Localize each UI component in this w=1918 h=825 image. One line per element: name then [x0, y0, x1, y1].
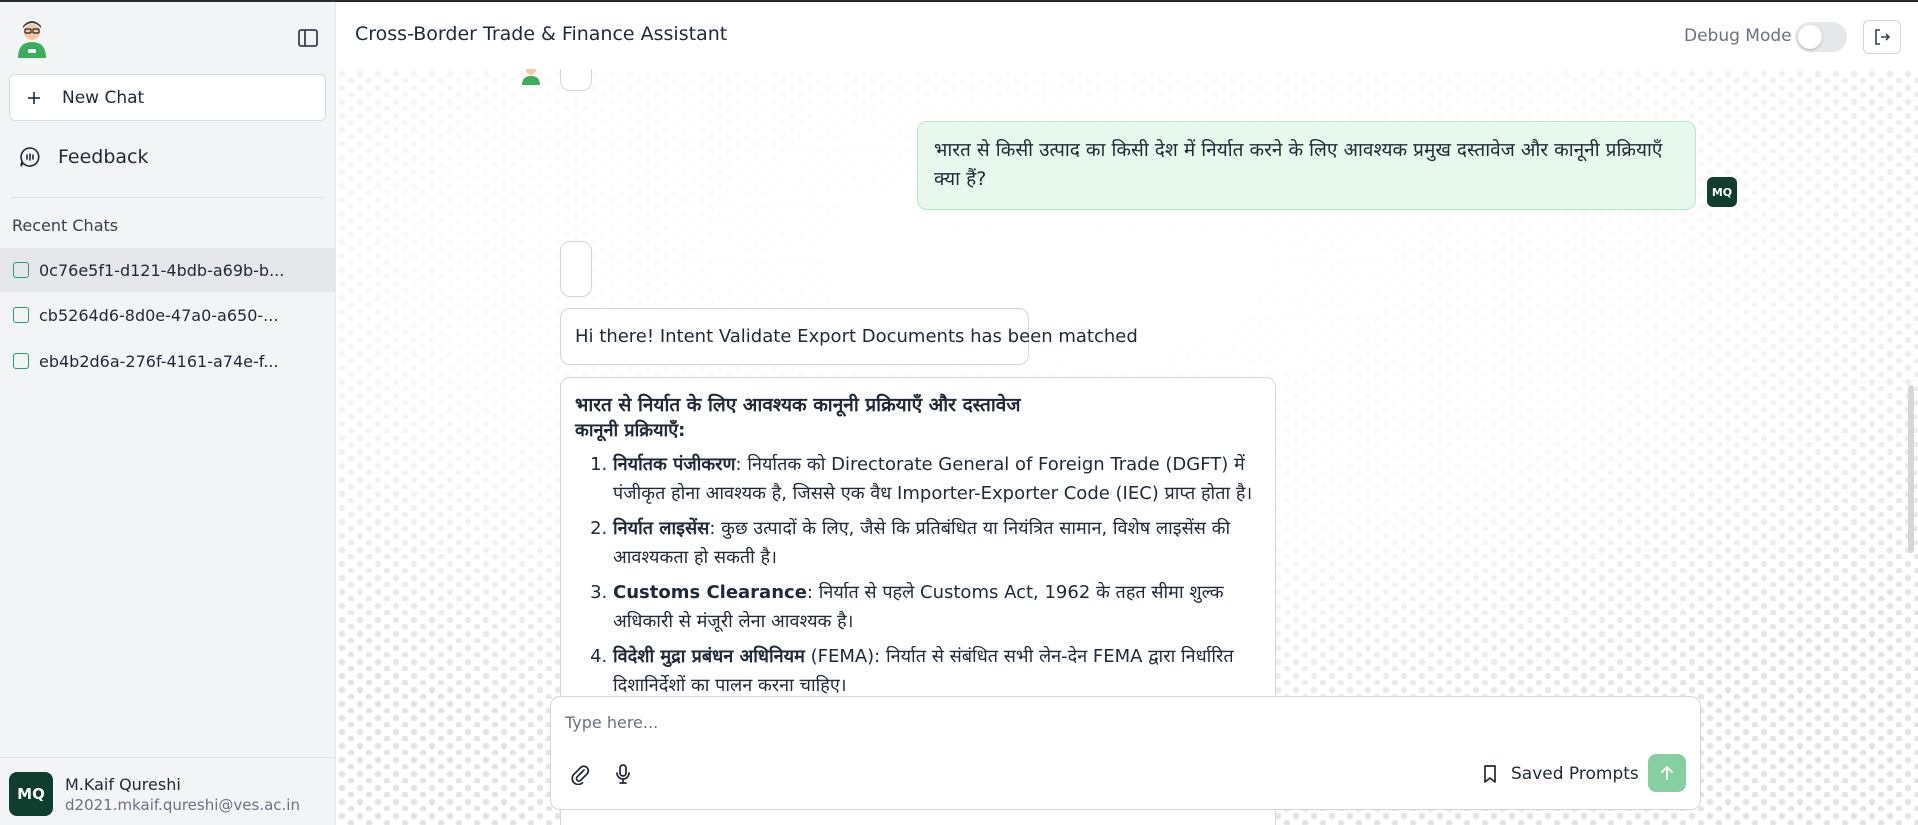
recent-chat-label: 0c76e5f1-d121-4bdb-a69b-b...	[39, 260, 285, 280]
user-message-avatar: MQ	[1707, 177, 1737, 207]
message-input[interactable]	[565, 707, 1665, 737]
chat-scrollbar[interactable]	[1904, 69, 1918, 825]
new-chat-button[interactable]: New Chat	[9, 74, 326, 121]
user-message-bubble: भारत से किसी उत्पाद का किसी देश में निर्…	[917, 121, 1696, 210]
scrollbar-thumb[interactable]	[1908, 385, 1914, 553]
sidebar: New Chat Feedback Recent Chats 0c76e5f1-…	[0, 2, 336, 825]
answer-item-title: Customs Clearance	[613, 582, 807, 603]
sidebar-divider	[10, 197, 324, 198]
answer-list: निर्यातक पंजीकरण: निर्यातक को Directorat…	[575, 450, 1261, 700]
logout-button[interactable]	[1863, 20, 1901, 54]
intent-message-bubble: Hi there! Intent Validate Export Documen…	[560, 308, 1138, 365]
new-chat-label: New Chat	[62, 87, 145, 108]
paperclip-icon[interactable]	[569, 763, 591, 785]
chat-checkbox[interactable]	[13, 353, 29, 369]
recent-chats-title: Recent Chats	[12, 216, 119, 235]
feedback-label: Feedback	[58, 146, 149, 168]
debug-mode-toggle[interactable]	[1795, 22, 1847, 52]
answer-heading: भारत से निर्यात के लिए आवश्यक कानूनी प्र…	[575, 394, 1021, 416]
chat-checkbox[interactable]	[13, 307, 29, 323]
user-name: M.Kaif Qureshi	[65, 775, 181, 794]
recent-chat-label: eb4b2d6a-276f-4161-a74e-f...	[39, 351, 279, 371]
top-header: Cross-Border Trade & Finance Assistant D…	[337, 2, 1918, 69]
user-email: d2021.mkaif.qureshi@ves.ac.in	[65, 796, 300, 814]
assistant-logo-icon[interactable]	[14, 18, 50, 58]
arrow-up-icon	[1661, 766, 1673, 780]
answer-item-title: निर्यातक पंजीकरण	[613, 454, 736, 475]
recent-chat-label: cb5264d6-8d0e-47a0-a650-...	[39, 305, 279, 325]
message-composer: Saved Prompts	[550, 696, 1701, 810]
microphone-icon[interactable]	[612, 763, 634, 785]
chat-checkbox[interactable]	[13, 262, 29, 278]
toggle-knob	[1798, 25, 1822, 49]
feedback-button[interactable]: Feedback	[9, 138, 326, 176]
saved-prompts-label: Saved Prompts	[1511, 764, 1639, 784]
send-button[interactable]	[1648, 754, 1686, 792]
sidebar-toggle-icon[interactable]	[296, 26, 320, 50]
answer-list-item: निर्यात लाइसेंस: कुछ उत्पादों के लिए, जै…	[613, 514, 1261, 572]
recent-chat-item[interactable]: eb4b2d6a-276f-4161-a74e-f...	[0, 339, 335, 383]
app-title: Cross-Border Trade & Finance Assistant	[355, 23, 728, 45]
assistant-avatar-icon	[522, 69, 540, 85]
answer-list-item: विदेशी मुद्रा प्रबंधन अधिनियम (FEMA): नि…	[613, 642, 1261, 700]
recent-chat-item[interactable]: cb5264d6-8d0e-47a0-a650-...	[0, 293, 335, 337]
answer-item-title: विदेशी मुद्रा प्रबंधन अधिनियम	[613, 646, 805, 667]
logout-icon	[1875, 29, 1891, 45]
feedback-icon	[20, 147, 40, 167]
answer-subheading: कानूनी प्रक्रियाएँ:	[575, 420, 686, 441]
recent-chat-item[interactable]: 0c76e5f1-d121-4bdb-a69b-b...	[0, 248, 335, 292]
assistant-message-bubble	[560, 69, 592, 91]
user-avatar[interactable]: MQ	[9, 772, 53, 816]
assistant-loading-bubble	[560, 241, 592, 297]
answer-list-item: निर्यातक पंजीकरण: निर्यातक को Directorat…	[613, 450, 1261, 508]
saved-prompts-button[interactable]: Saved Prompts	[1481, 759, 1639, 789]
answer-list-item: Customs Clearance: निर्यात से पहले Custo…	[613, 578, 1261, 636]
answer-item-title: निर्यात लाइसेंस	[613, 518, 710, 539]
plus-icon	[28, 91, 40, 104]
bookmark-icon	[1484, 765, 1496, 783]
user-divider	[0, 757, 336, 758]
debug-mode-label: Debug Mode	[1684, 26, 1792, 46]
